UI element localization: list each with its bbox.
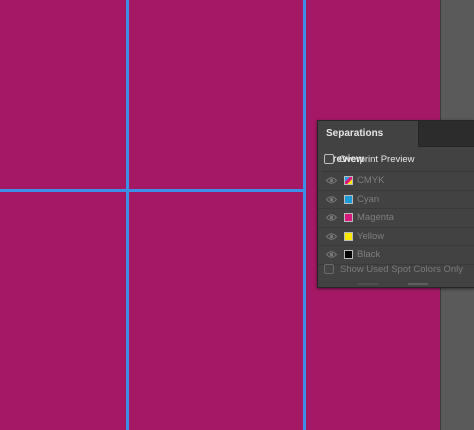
tab-separations-preview[interactable]: Separations Preview [318, 121, 419, 165]
show-used-spot-colors-checkbox[interactable] [324, 264, 334, 274]
separation-label: Black [357, 249, 381, 261]
magenta-swatch [344, 213, 353, 223]
eye-icon[interactable] [326, 232, 337, 241]
show-used-spot-colors-option[interactable]: Show Used Spot Colors Only [324, 262, 463, 276]
overprint-preview-option[interactable]: Overprint Preview [324, 152, 415, 166]
eye-icon[interactable] [326, 213, 337, 222]
vertical-guide-2[interactable] [303, 0, 306, 430]
separation-label: Magenta [357, 212, 394, 224]
horizontal-guide[interactable] [0, 189, 306, 192]
separations-list: CMYK Cyan Magenta Yellow Black [318, 172, 474, 265]
panel-resize-grip[interactable] [408, 283, 428, 285]
overprint-preview-checkbox[interactable] [324, 154, 334, 164]
separation-row-magenta[interactable]: Magenta [318, 209, 474, 228]
panel-resize-grip-left[interactable] [358, 283, 378, 285]
separation-row-yellow[interactable]: Yellow [318, 228, 474, 247]
cyan-swatch [344, 194, 353, 204]
yellow-swatch [344, 231, 353, 241]
separations-preview-panel: Separations Preview Overprint Preview CM… [317, 120, 474, 288]
eye-icon[interactable] [326, 195, 337, 204]
overprint-preview-label: Overprint Preview [339, 153, 415, 165]
eye-icon[interactable] [326, 250, 337, 259]
separation-label: Cyan [357, 193, 380, 205]
show-used-spot-colors-label: Show Used Spot Colors Only [340, 263, 464, 275]
separation-row-cmyk[interactable]: CMYK [318, 172, 474, 191]
separation-row-cyan[interactable]: Cyan [318, 191, 474, 210]
vertical-guide-1[interactable] [126, 0, 129, 430]
cmyk-swatch [344, 176, 353, 185]
black-swatch [344, 250, 353, 260]
panel-tab-bar: Separations Preview [318, 121, 474, 165]
eye-icon[interactable] [326, 176, 337, 185]
separation-label: Yellow [357, 230, 385, 242]
separation-label: CMYK [357, 175, 385, 186]
